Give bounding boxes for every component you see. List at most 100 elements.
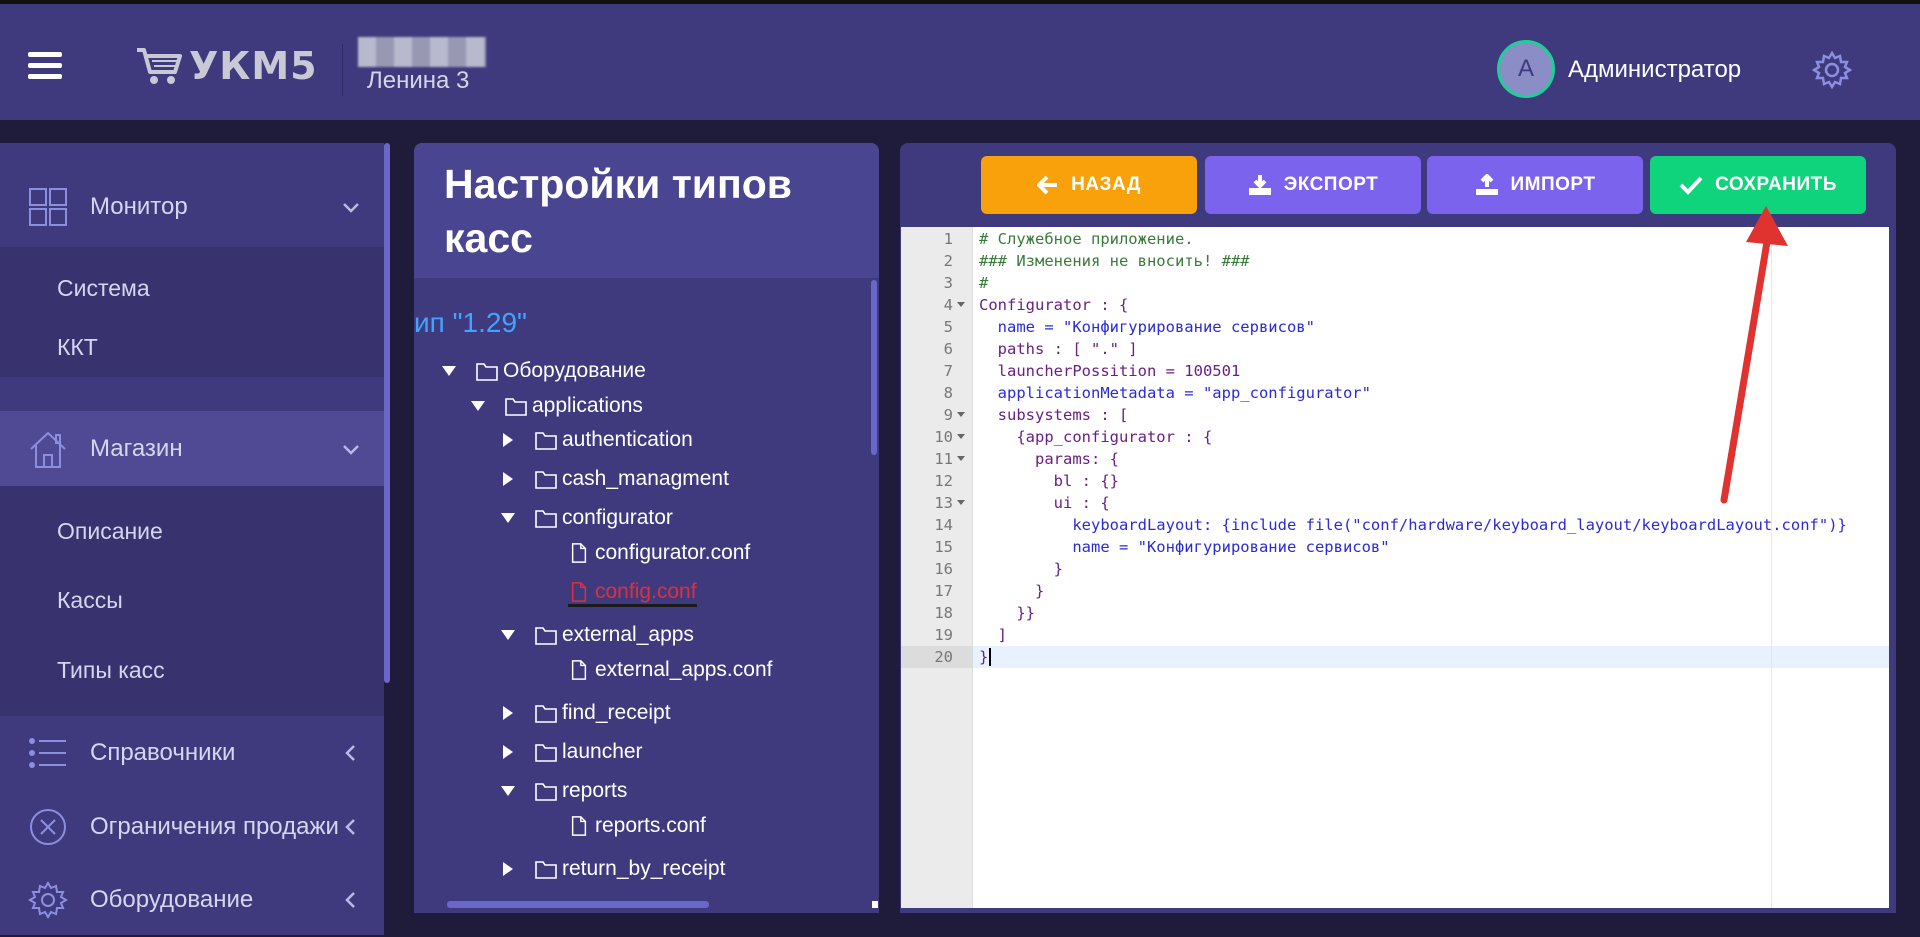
line-number: 6 (943, 340, 953, 358)
tree-node-configurator-conf[interactable]: configurator.conf (568, 541, 750, 565)
chevron-left-icon (345, 818, 355, 835)
collapse-arrow-icon[interactable] (503, 706, 513, 720)
fold-arrow-icon[interactable] (957, 302, 965, 307)
avatar-initial: А (1517, 55, 1534, 82)
sidebar-item-monitor[interactable]: Монитор (0, 169, 384, 244)
tree-node-label: cash_managment (562, 467, 729, 490)
folder-icon (535, 471, 557, 489)
code-line[interactable]: 8 applicationMetadata = "app_configurato… (901, 382, 1889, 404)
code-line[interactable]: 3 # (901, 272, 1889, 294)
code-text: # Служебное приложение. (979, 230, 1194, 248)
tree-node-label: authentication (562, 428, 693, 451)
tree-node-authentication[interactable]: authentication (501, 428, 693, 452)
tree-node-reports[interactable]: reports (501, 779, 627, 803)
list-icon (29, 737, 66, 768)
code-line[interactable]: 18 }} (901, 602, 1889, 624)
tree-node-external-apps[interactable]: external_apps (501, 623, 694, 647)
code-line[interactable]: 1 # Служебное приложение. (901, 228, 1889, 250)
collapse-arrow-icon[interactable] (503, 862, 513, 876)
user-name[interactable]: Администратор (1568, 56, 1741, 84)
chevron-down-icon (343, 444, 359, 455)
code-line[interactable]: 5 name = "Конфигурирование сервисов" (901, 316, 1889, 338)
tree-node-find-receipt[interactable]: find_receipt (501, 701, 671, 725)
line-number: 13 (934, 494, 953, 512)
settings-gear-icon[interactable] (1812, 50, 1852, 90)
tree-node-reports-conf[interactable]: reports.conf (568, 814, 706, 838)
collapse-arrow-icon[interactable] (503, 433, 513, 447)
import-button[interactable]: ИМПОРТ (1427, 156, 1643, 214)
expand-arrow-icon[interactable] (501, 513, 515, 523)
sidebar-item-description[interactable]: Описание (57, 518, 163, 545)
tree-node-label: launcher (562, 740, 643, 763)
tree-node-equipment[interactable]: Оборудование (442, 359, 646, 383)
expand-arrow-icon[interactable] (501, 630, 515, 640)
code-line[interactable]: 11 params: { (901, 448, 1889, 470)
line-number: 19 (934, 626, 953, 644)
sidebar-item-registers[interactable]: Кассы (57, 587, 123, 614)
sidebar-item-directories[interactable]: Справочники (0, 715, 384, 790)
tree-node-return-by-receipt[interactable]: return_by_receipt (501, 857, 725, 881)
code-line[interactable]: 15 name = "Конфигурирование сервисов" (901, 536, 1889, 558)
code-line[interactable]: 17 } (901, 580, 1889, 602)
fold-arrow-icon[interactable] (957, 434, 965, 439)
code-text: keyboardLayout: {include file("conf/hard… (979, 516, 1847, 534)
tree-node-configurator[interactable]: configurator (501, 506, 673, 530)
tree-node-cash-managment[interactable]: cash_managment (501, 467, 729, 491)
chevron-left-icon (345, 891, 355, 908)
code-text: name = "Конфигурирование сервисов" (979, 538, 1390, 556)
tree-node-label: configurator (562, 506, 673, 529)
sidebar-item-equipment[interactable]: Оборудование (0, 862, 384, 937)
sidebar-item-store[interactable]: Магазин (0, 411, 384, 486)
sidebar-item-kkt[interactable]: ККТ (57, 334, 98, 361)
code-text: ### Изменения не вносить! ### (979, 252, 1250, 270)
hamburger-menu-icon[interactable] (28, 52, 62, 80)
code-line[interactable]: 2 ### Изменения не вносить! ### (901, 250, 1889, 272)
gear-icon (28, 880, 68, 919)
code-line[interactable]: 10 {app_configurator : { (901, 426, 1889, 448)
sidebar-item-system[interactable]: Система (57, 275, 150, 302)
back-button[interactable]: НАЗАД (981, 156, 1197, 214)
code-line[interactable]: 14 keyboardLayout: {include file("conf/h… (901, 514, 1889, 536)
header-divider (342, 44, 343, 96)
collapse-arrow-icon[interactable] (503, 745, 513, 759)
folder-icon (535, 510, 557, 528)
logo: УКМ5 (135, 44, 318, 88)
code-editor[interactable]: 1 # Служебное приложение. 2 ### Изменения н… (901, 227, 1889, 908)
expand-arrow-icon[interactable] (442, 366, 456, 376)
line-number: 10 (934, 428, 953, 446)
code-line[interactable]: 7 launcherPossition = 100501 (901, 360, 1889, 382)
expand-arrow-icon[interactable] (501, 786, 515, 796)
save-button[interactable]: СОХРАНИТЬ (1650, 156, 1866, 214)
sidebar-item-sale-restrictions[interactable]: Ограничения продажи (0, 789, 384, 864)
store-name[interactable]: Ленина 3 (367, 67, 469, 95)
code-line[interactable]: 12 bl : {} (901, 470, 1889, 492)
code-line[interactable]: 19 ] (901, 624, 1889, 646)
fold-arrow-icon[interactable] (957, 456, 965, 461)
collapse-arrow-icon[interactable] (503, 472, 513, 486)
tree-horizontal-scrollbar[interactable] (447, 901, 709, 908)
tree-node-external-apps-conf[interactable]: external_apps.conf (568, 658, 772, 682)
tree-node-launcher[interactable]: launcher (501, 740, 643, 764)
tree-vertical-scrollbar[interactable] (871, 280, 877, 455)
sidebar-item-register-types[interactable]: Типы касс (57, 657, 165, 684)
code-line[interactable]: 16 } (901, 558, 1889, 580)
sidebar-scrollbar[interactable] (384, 143, 390, 683)
tree-node-applications[interactable]: applications (471, 394, 643, 418)
avatar[interactable]: А (1497, 40, 1555, 98)
tree-node-config-conf[interactable]: config.conf (568, 580, 697, 607)
code-line[interactable]: 4 Configurator : { (901, 294, 1889, 316)
line-number: 12 (934, 472, 953, 490)
folder-icon (535, 783, 557, 801)
fold-arrow-icon[interactable] (957, 412, 965, 417)
code-line[interactable]: 6 paths : [ "." ] (901, 338, 1889, 360)
code-text: ] (979, 626, 1007, 644)
code-line[interactable]: 9 subsystems : [ (901, 404, 1889, 426)
line-number: 16 (934, 560, 953, 578)
register-type-label: ип "1.29" (414, 307, 527, 338)
expand-arrow-icon[interactable] (471, 401, 485, 411)
fold-arrow-icon[interactable] (957, 500, 965, 505)
export-button[interactable]: ЭКСПОРТ (1205, 156, 1421, 214)
code-line[interactable]: 20} (901, 646, 1889, 668)
sidebar-item-label: Ограничения продажи (90, 812, 339, 840)
code-line[interactable]: 13 ui : { (901, 492, 1889, 514)
